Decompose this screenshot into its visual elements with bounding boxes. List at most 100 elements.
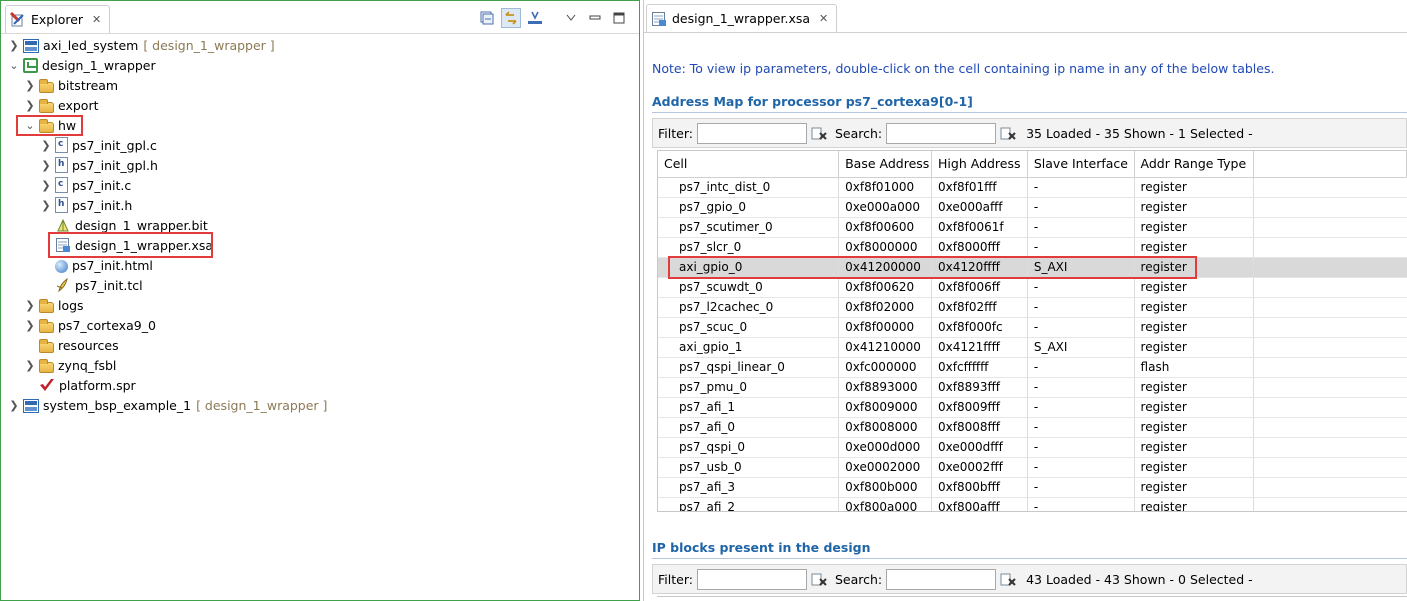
table-cell[interactable]: 0xf8893000 — [838, 377, 933, 398]
table-cell[interactable]: register — [1134, 437, 1255, 458]
table-row[interactable]: ps7_scuwdt_0 0xf8f00620 0xf8f006ff - registe… — [658, 277, 1407, 298]
table-cell[interactable]: - — [1027, 317, 1135, 338]
table-row[interactable]: ps7_afi_1 0xf8009000 0xf8009fff - register — [658, 397, 1407, 418]
table-row[interactable]: axi_gpio_1 0x41210000 0x4121ffff S_AXI regis… — [658, 337, 1407, 358]
tree-item-logs[interactable]: ❯ logs — [23, 295, 84, 315]
expand-chevron-icon[interactable]: ❯ — [39, 195, 53, 215]
expand-chevron-icon[interactable]: ❯ — [23, 315, 37, 335]
link-with-editor-icon[interactable] — [501, 8, 521, 28]
expand-chevron-icon[interactable]: ❯ — [39, 155, 53, 175]
table-cell[interactable]: 0xf8f000fc — [931, 317, 1028, 338]
tree-item-system-bsp-example-1[interactable]: ❯ system_bsp_example_1 [ design_1_wrappe… — [7, 395, 327, 415]
table-cell[interactable]: 0xf8f00600 — [838, 217, 933, 238]
table-cell[interactable]: - — [1027, 457, 1135, 478]
table-cell[interactable]: 0xf8f01fff — [931, 177, 1028, 198]
table-cell[interactable]: register — [1134, 177, 1255, 198]
tree-item-ps7-cortexa9-0[interactable]: ❯ ps7_cortexa9_0 — [23, 315, 156, 335]
expand-chevron-icon[interactable]: ❯ — [23, 355, 37, 375]
tree-item-ps7-init-h[interactable]: ❯ h ps7_init.h — [39, 195, 132, 215]
expand-chevron-icon[interactable]: ❯ — [7, 395, 21, 415]
table-cell[interactable]: - — [1027, 297, 1135, 318]
table-cell[interactable]: register — [1134, 397, 1255, 418]
tree-item-bitstream[interactable]: ❯ bitstream — [23, 75, 118, 95]
table-cell[interactable]: 0xe000a000 — [838, 197, 933, 218]
table-cell[interactable]: ps7_scuc_0 — [658, 317, 840, 338]
table-cell[interactable]: ps7_afi_3 — [658, 477, 840, 498]
tree-item-design-1-wrapper[interactable]: ⌄ design_1_wrapper — [7, 55, 156, 75]
table-cell[interactable]: 0x4121ffff — [931, 337, 1028, 358]
tree-item-resources[interactable]: resources — [23, 335, 119, 355]
table-cell[interactable]: ps7_qspi_0 — [658, 437, 840, 458]
table-cell[interactable]: 0xe000afff — [931, 197, 1028, 218]
collapse-chevron-icon[interactable]: ⌄ — [7, 55, 21, 75]
table-cell[interactable]: ps7_scutimer_0 — [658, 217, 840, 238]
view-menu-icon[interactable] — [561, 8, 581, 28]
table-cell[interactable]: register — [1134, 317, 1255, 338]
table-cell[interactable]: 0xf8000fff — [931, 237, 1028, 258]
table-row[interactable]: ps7_scutimer_0 0xf8f00600 0xf8f0061f - regis… — [658, 217, 1407, 238]
column-header-cell[interactable]: Cell — [658, 151, 840, 178]
tab-design-1-wrapper-xsa[interactable]: design_1_wrapper.xsa ✕ — [646, 4, 838, 32]
table-row[interactable]: ps7_afi_2 0xf800a000 0xf800afff - register — [658, 497, 1407, 511]
table-cell[interactable]: 0xf800afff — [931, 497, 1028, 511]
table-cell[interactable]: 0xf8f006ff — [931, 277, 1028, 298]
table-cell[interactable]: register — [1134, 497, 1255, 511]
table-cell[interactable]: - — [1027, 197, 1135, 218]
table-cell[interactable]: - — [1027, 437, 1135, 458]
table-cell[interactable]: - — [1027, 377, 1135, 398]
table-cell[interactable]: 0xf8893fff — [931, 377, 1028, 398]
table-cell[interactable]: 0xf8f00000 — [838, 317, 933, 338]
table-cell[interactable]: 0xf8f02fff — [931, 297, 1028, 318]
table-cell[interactable]: ps7_afi_1 — [658, 397, 840, 418]
search-input[interactable] — [886, 122, 997, 144]
table-cell[interactable]: ps7_scuwdt_0 — [658, 277, 840, 298]
table-cell[interactable]: 0xf8008fff — [931, 417, 1028, 438]
table-cell[interactable]: 0xf8009fff — [931, 397, 1028, 418]
table-cell[interactable]: 0xf8009000 — [838, 397, 933, 418]
column-header-slave-interface[interactable]: Slave Interface — [1027, 151, 1135, 178]
tree-item-ps7-init-html[interactable]: ps7_init.html — [39, 255, 153, 275]
table-row[interactable]: ps7_slcr_0 0xf8000000 0xf8000fff - register — [658, 237, 1407, 258]
table-cell[interactable]: 0xe000d000 — [838, 437, 933, 458]
table-row[interactable]: ps7_qspi_0 0xe000d000 0xe000dfff - register — [658, 437, 1407, 458]
table-row[interactable]: ps7_usb_0 0xe0002000 0xe0002fff - register — [658, 457, 1407, 478]
table-row[interactable]: ps7_afi_0 0xf8008000 0xf8008fff - register — [658, 417, 1407, 438]
column-header-addr-range-type[interactable]: Addr Range Type — [1134, 151, 1255, 178]
table-row[interactable]: ps7_pmu_0 0xf8893000 0xf8893fff - register — [658, 377, 1407, 398]
tree-item-axi-led-system[interactable]: ❯ axi_led_system [ design_1_wrapper ] — [7, 35, 275, 55]
clear-filter-icon[interactable] — [811, 125, 827, 141]
table-cell[interactable]: - — [1027, 237, 1135, 258]
expand-chevron-icon[interactable]: ❯ — [23, 95, 37, 115]
tree-item-ps7-init-c[interactable]: ❯ c ps7_init.c — [39, 175, 131, 195]
table-cell[interactable]: register — [1134, 237, 1255, 258]
table-cell[interactable]: register — [1134, 377, 1255, 398]
tree-item-ps7-init-tcl[interactable]: ps7_init.tcl — [39, 275, 143, 295]
table-row[interactable]: ps7_afi_3 0xf800b000 0xf800bfff - register — [658, 477, 1407, 498]
table-cell[interactable]: ps7_afi_0 — [658, 417, 840, 438]
table-cell[interactable]: 0xe000dfff — [931, 437, 1028, 458]
expand-chevron-icon[interactable]: ❯ — [23, 75, 37, 95]
table-cell[interactable]: - — [1027, 357, 1135, 378]
table-cell[interactable]: ps7_gpio_0 — [658, 197, 840, 218]
table-cell[interactable]: ps7_qspi_linear_0 — [658, 357, 840, 378]
table-cell[interactable]: ps7_pmu_0 — [658, 377, 840, 398]
expand-chevron-icon[interactable]: ❯ — [7, 35, 21, 55]
table-cell[interactable]: 0xf800a000 — [838, 497, 933, 511]
table-row[interactable]: ps7_scuc_0 0xf8f00000 0xf8f000fc - register — [658, 317, 1407, 338]
clear-search-icon[interactable] — [1000, 571, 1016, 587]
table-cell[interactable]: - — [1027, 177, 1135, 198]
filter-icon[interactable] — [525, 8, 545, 28]
tree-item-ps7-init-gpl-c[interactable]: ❯ c ps7_init_gpl.c — [39, 135, 157, 155]
table-cell[interactable]: ps7_usb_0 — [658, 457, 840, 478]
table-cell[interactable]: register — [1134, 337, 1255, 358]
maximize-icon[interactable] — [609, 8, 629, 28]
table-row[interactable]: ps7_intc_dist_0 0xf8f01000 0xf8f01fff - regi… — [658, 177, 1407, 198]
clear-filter-icon[interactable] — [811, 571, 827, 587]
table-cell[interactable]: register — [1134, 457, 1255, 478]
table-cell[interactable]: 0xe0002fff — [931, 457, 1028, 478]
tab-explorer[interactable]: Explorer ✕ — [5, 5, 111, 33]
table-row[interactable]: ps7_l2cachec_0 0xf8f02000 0xf8f02fff - regis… — [658, 297, 1407, 318]
table-cell[interactable]: 0xf800bfff — [931, 477, 1028, 498]
table-cell[interactable]: 0xfc000000 — [838, 357, 933, 378]
table-cell[interactable]: - — [1027, 497, 1135, 511]
